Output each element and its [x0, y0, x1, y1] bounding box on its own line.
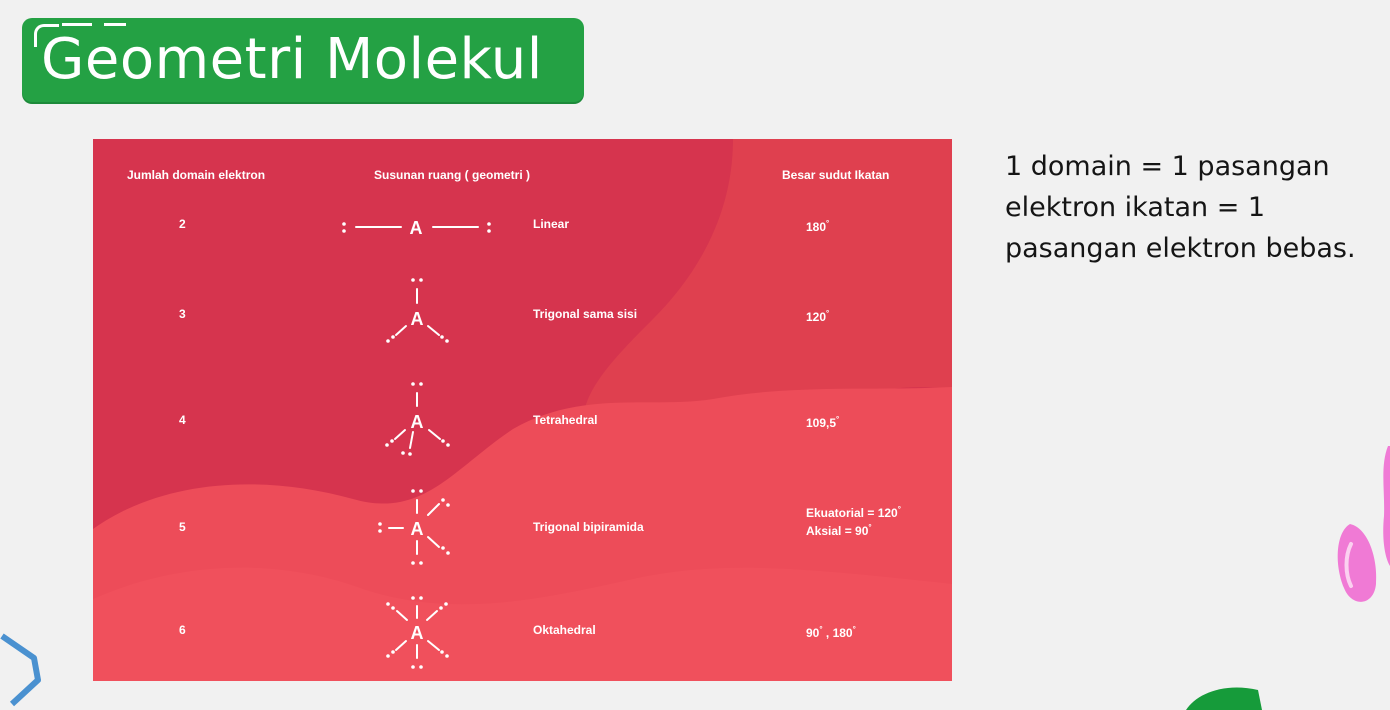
domain-4: 4 [179, 413, 186, 427]
angle-trigonal-bipyramidal-equatorial: Ekuatorial = 120° [806, 502, 901, 521]
domain-3: 3 [179, 307, 186, 321]
green-leaf-decor [1186, 687, 1262, 710]
angle-value: Aksial = 90 [806, 524, 869, 538]
domain-6: 6 [179, 623, 186, 637]
degree-sign: ° [868, 523, 872, 532]
blue-hexagon-decor [0, 633, 41, 707]
angle-separator: , [822, 626, 833, 640]
angle-value: 90 [806, 626, 820, 640]
page-title: Geometri Molekul [41, 27, 543, 92]
angle-linear: 180° [806, 216, 829, 235]
angle-trigonal-bipyramidal-axial: Aksial = 90° [806, 520, 872, 539]
pink-blob-decor [1337, 446, 1390, 602]
angle-value: 180 [832, 626, 853, 640]
geometry-trigonal-planar: Trigonal sama sisi [533, 307, 638, 321]
angle-value: 109,5 [806, 416, 837, 430]
angle-value: Ekuatorial = 120 [806, 506, 898, 520]
molecular-geometry-table: Jumlah domain elektron Susunan ruang ( g… [93, 139, 952, 681]
angle-tetrahedral: 109,5° [806, 412, 839, 431]
header-geometry: Susunan ruang ( geometri ) [374, 168, 531, 182]
domain-5: 5 [179, 520, 186, 534]
degree-sign: ° [897, 505, 901, 514]
geometry-linear: Linear [533, 217, 570, 231]
angle-value: 180 [806, 220, 827, 234]
header-angle: Besar sudut Ikatan [782, 168, 890, 182]
angle-octahedral: 90° , 180° [806, 622, 856, 641]
degree-sign: ° [836, 415, 840, 424]
angle-value: 120 [806, 310, 827, 324]
geometry-trigonal-bipyramidal: Trigonal bipiramida [533, 520, 644, 534]
geometry-tetrahedral: Tetrahedral [533, 413, 598, 427]
title-banner: Geometri Molekul [22, 18, 584, 102]
domain-2: 2 [179, 217, 186, 231]
header-domain: Jumlah domain elektron [127, 168, 266, 182]
degree-sign: ° [826, 309, 830, 318]
degree-sign: ° [852, 625, 856, 634]
geometry-octahedral: Oktahedral [533, 623, 596, 637]
domain-definition-note: 1 domain = 1 pasangan elektron ikatan = … [1005, 151, 1356, 264]
degree-sign: ° [826, 219, 830, 228]
angle-trigonal-planar: 120° [806, 306, 829, 325]
